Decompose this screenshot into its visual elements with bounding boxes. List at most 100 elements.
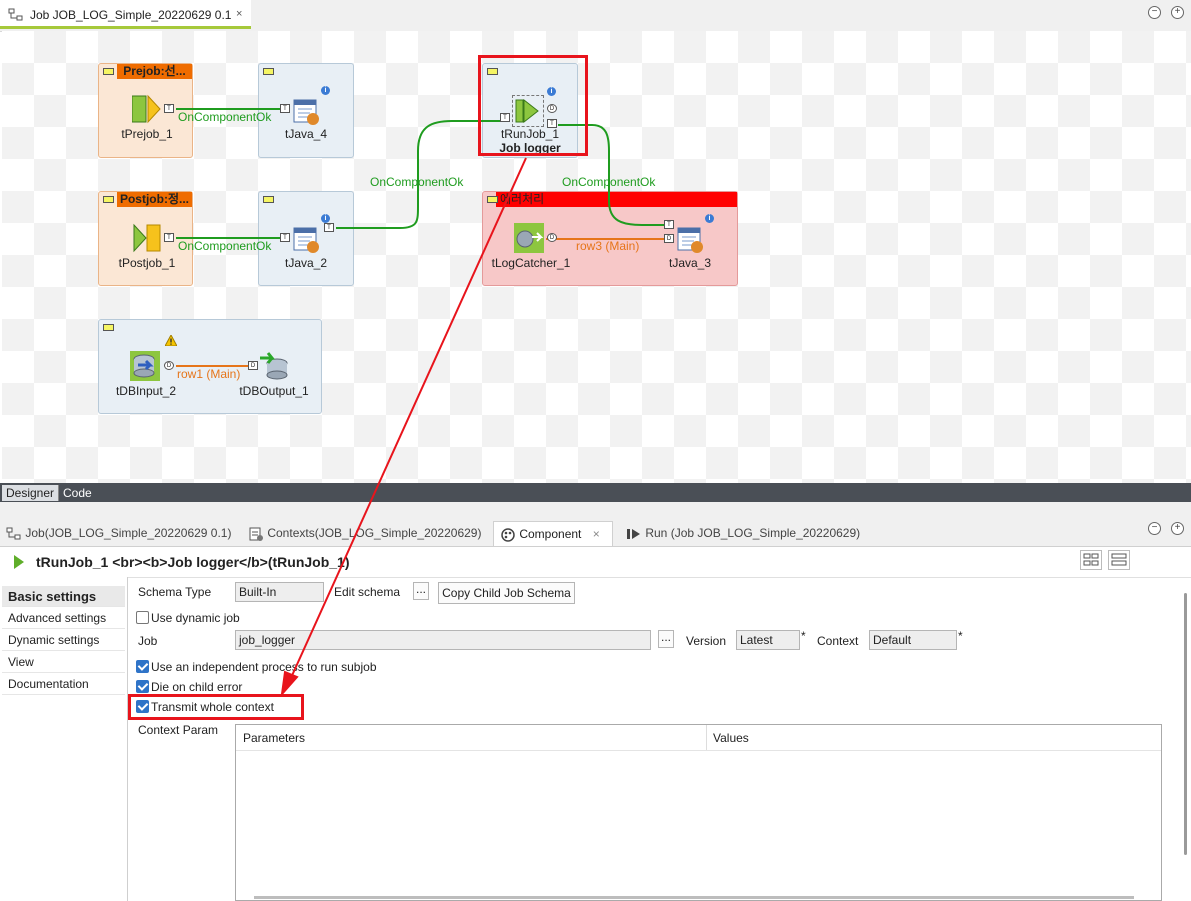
job-label: Job — [138, 634, 158, 648]
view-tab-bar: Job(JOB_LOG_Simple_20220629 0.1) Context… — [0, 502, 1191, 547]
highlight-box-transmit-context — [128, 694, 304, 720]
trigger-port[interactable]: T — [164, 104, 174, 113]
editor-tab-label: Job JOB_LOG_Simple_20220629 0.1 — [30, 8, 232, 22]
horizontal-scrollbar[interactable] — [254, 896, 1134, 899]
minimize-icon[interactable]: − — [1148, 522, 1161, 535]
component-label: tJava_3 — [668, 256, 712, 270]
tab-component[interactable]: Component × — [493, 521, 613, 546]
tab-job[interactable]: Job(JOB_LOG_Simple_20220629 0.1) — [6, 521, 231, 546]
highlight-box-trunjob — [478, 55, 588, 156]
component-label: tPostjob_1 — [118, 256, 176, 270]
tdbinput-icon[interactable] — [130, 351, 160, 381]
tdboutput-icon[interactable] — [260, 351, 290, 381]
layout-grid-icon[interactable] — [1080, 550, 1102, 570]
tab-run-label: Run (Job JOB_LOG_Simple_20220629) — [645, 526, 861, 540]
schema-type-select[interactable]: Built-In — [235, 582, 324, 602]
nav-documentation[interactable]: Documentation — [2, 674, 125, 695]
component-label: tPrejob_1 — [121, 127, 173, 141]
tprejob-icon[interactable] — [131, 94, 162, 124]
warning-icon — [164, 333, 178, 347]
version-select[interactable]: Latest — [736, 630, 800, 650]
independent-process-checkbox[interactable] — [136, 660, 149, 673]
palette-icon — [501, 528, 515, 542]
trigger-port[interactable]: T — [280, 233, 290, 242]
die-on-child-error-checkbox[interactable] — [136, 680, 149, 693]
tjava-icon[interactable] — [292, 97, 322, 127]
maximize-icon[interactable]: + — [1171, 522, 1184, 535]
component-label: tDBInput_2 — [115, 384, 177, 398]
required-mark: * — [801, 629, 806, 643]
layout-list-icon[interactable] — [1108, 550, 1130, 570]
context-param-label: Context Param — [138, 723, 219, 737]
tjava-icon[interactable] — [292, 225, 322, 255]
job-icon — [6, 527, 21, 540]
info-icon: i — [321, 214, 330, 223]
column-divider — [706, 725, 707, 750]
context-select[interactable]: Default — [869, 630, 957, 650]
job-field[interactable]: job_logger — [235, 630, 651, 650]
run-icon — [627, 528, 640, 539]
connection-label[interactable]: OnComponentOk — [178, 110, 271, 124]
tlogcatcher-icon[interactable] — [514, 223, 544, 253]
connection-label[interactable]: OnComponentOk — [370, 175, 463, 189]
context-param-table[interactable]: Parameters Values — [235, 724, 1162, 901]
tpostjob-icon[interactable] — [132, 223, 162, 253]
connection-label[interactable]: row3 (Main) — [576, 239, 639, 253]
connection-label[interactable]: OnComponentOk — [562, 175, 655, 189]
component-label: tDBOutput_1 — [239, 384, 309, 398]
component-label: tJava_4 — [284, 127, 328, 141]
trigger-port[interactable]: T — [664, 220, 674, 229]
close-icon[interactable]: × — [236, 8, 242, 20]
vertical-scrollbar[interactable] — [1184, 593, 1187, 855]
tab-designer[interactable]: Designer — [2, 485, 59, 501]
trigger-port[interactable]: T — [280, 104, 290, 113]
column-header-parameters[interactable]: Parameters — [243, 731, 305, 745]
editor-tab-job[interactable]: Job JOB_LOG_Simple_20220629 0.1 × — [0, 0, 251, 29]
info-icon: i — [705, 214, 714, 223]
copy-child-job-schema-button[interactable]: Copy Child Job Schema — [438, 582, 575, 604]
info-icon: i — [321, 86, 330, 95]
tjava-icon[interactable] — [676, 225, 706, 255]
designer-canvas[interactable]: Prejob:선... Postjob:정... 에러처리 T tPrejob_… — [2, 31, 1191, 483]
maximize-icon[interactable]: + — [1171, 6, 1184, 19]
job-browse-button[interactable]: ... — [658, 630, 674, 648]
job-icon — [8, 8, 23, 21]
die-on-child-error-label: Die on child error — [151, 680, 243, 694]
nav-advanced-settings[interactable]: Advanced settings — [2, 608, 125, 629]
use-dynamic-job-checkbox[interactable] — [136, 611, 149, 624]
tab-run[interactable]: Run (Job JOB_LOG_Simple_20220629) — [626, 521, 860, 546]
tab-code[interactable]: Code — [58, 485, 96, 501]
component-title-row: tRunJob_1 <br><b>Job logger</b>(tRunJob_… — [0, 547, 1191, 578]
contexts-icon — [249, 527, 263, 541]
nav-view[interactable]: View — [2, 652, 125, 673]
data-port[interactable]: D — [164, 361, 174, 370]
close-icon[interactable]: × — [593, 527, 600, 541]
designer-code-tabs: Designer Code — [0, 483, 1191, 502]
tab-contexts-label: Contexts(JOB_LOG_Simple_20220629) — [267, 526, 482, 540]
component-label: tLogCatcher_1 — [491, 256, 571, 270]
connection-label[interactable]: OnComponentOk — [178, 239, 271, 253]
data-port[interactable]: D — [248, 361, 258, 370]
nav-basic-settings[interactable]: Basic settings — [2, 586, 125, 607]
minimize-icon[interactable]: − — [1148, 6, 1161, 19]
tab-contexts[interactable]: Contexts(JOB_LOG_Simple_20220629) — [248, 521, 481, 546]
use-dynamic-job-label: Use dynamic job — [151, 611, 240, 625]
trigger-port[interactable]: T — [324, 223, 334, 232]
column-header-values[interactable]: Values — [713, 731, 749, 745]
independent-process-label: Use an independent process to run subjob — [151, 660, 377, 674]
edit-schema-button[interactable]: ... — [413, 582, 429, 600]
context-label: Context — [817, 634, 859, 648]
settings-nav: Basic settings Advanced settings Dynamic… — [0, 577, 128, 901]
required-mark: * — [958, 629, 963, 643]
nav-dynamic-settings[interactable]: Dynamic settings — [2, 630, 125, 651]
connection-label[interactable]: row1 (Main) — [177, 367, 240, 381]
trigger-port[interactable]: T — [164, 233, 174, 242]
component-title: tRunJob_1 <br><b>Job logger</b>(tRunJob_… — [36, 554, 350, 570]
data-port[interactable]: D — [664, 234, 674, 243]
tab-component-label: Component — [519, 527, 582, 541]
table-header: Parameters Values — [236, 725, 1161, 751]
editor-tab-bar: Job JOB_LOG_Simple_20220629 0.1 × − + — [0, 0, 1191, 32]
schema-type-label: Schema Type — [138, 585, 212, 599]
version-label: Version — [686, 634, 727, 648]
data-port[interactable]: D — [547, 233, 557, 242]
